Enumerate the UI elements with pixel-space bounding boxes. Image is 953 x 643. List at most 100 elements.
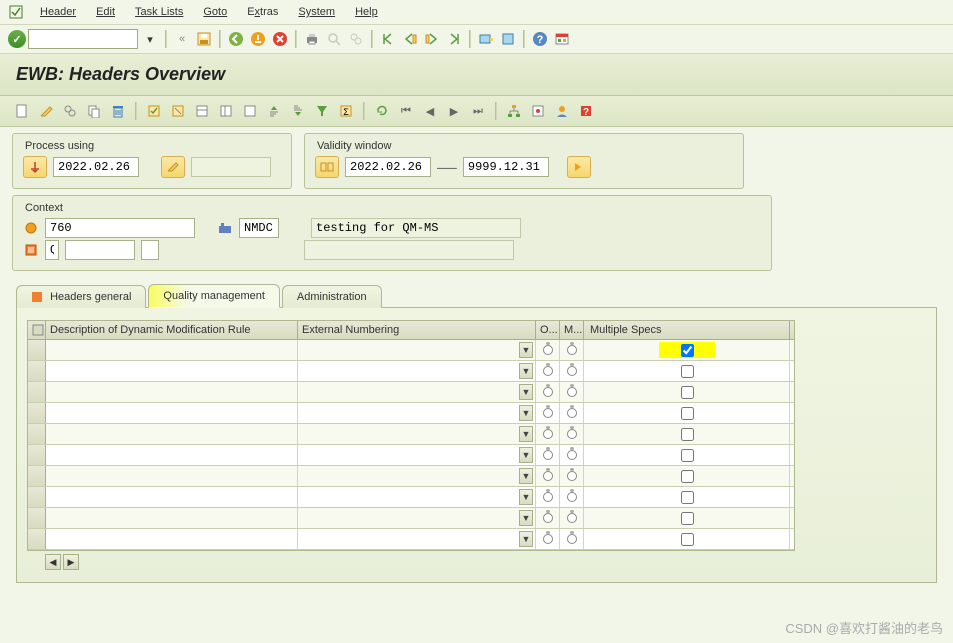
change-number-input[interactable] xyxy=(191,157,271,177)
col-o[interactable]: O... xyxy=(536,321,560,339)
multiple-specs-checkbox[interactable] xyxy=(681,428,694,441)
change-number-button[interactable] xyxy=(161,156,185,178)
command-field[interactable] xyxy=(28,29,138,49)
last-page-icon[interactable] xyxy=(444,29,464,49)
cell-o[interactable] xyxy=(536,487,560,507)
back-icon[interactable] xyxy=(226,29,246,49)
valid-to-input[interactable] xyxy=(463,157,549,177)
print-icon[interactable] xyxy=(302,29,322,49)
ext-dropdown[interactable]: ▼ xyxy=(519,342,533,358)
cell-external-numbering[interactable]: ▼ xyxy=(298,382,536,402)
cell-o[interactable] xyxy=(536,529,560,549)
counter-input[interactable] xyxy=(141,240,159,260)
cell-external-numbering[interactable]: ▼ xyxy=(298,529,536,549)
deselect-icon[interactable] xyxy=(168,101,188,121)
key-date-button[interactable] xyxy=(23,156,47,178)
sort-desc-icon[interactable] xyxy=(288,101,308,121)
next-page-icon[interactable] xyxy=(422,29,442,49)
tb-icon-3[interactable] xyxy=(240,101,260,121)
validity-next-button[interactable] xyxy=(567,156,591,178)
cell-o[interactable] xyxy=(536,361,560,381)
cell-description[interactable] xyxy=(46,382,298,402)
multiple-specs-checkbox[interactable] xyxy=(681,386,694,399)
find-next-icon[interactable] xyxy=(346,29,366,49)
cell-o[interactable] xyxy=(536,403,560,423)
cell-description[interactable] xyxy=(46,529,298,549)
exit-icon[interactable] xyxy=(248,29,268,49)
help-icon[interactable]: ? xyxy=(530,29,550,49)
group-input[interactable] xyxy=(65,240,135,260)
multiple-specs-checkbox[interactable] xyxy=(681,344,694,357)
where-used-icon[interactable] xyxy=(528,101,548,121)
cell-m[interactable] xyxy=(560,361,584,381)
row-selector[interactable] xyxy=(28,445,46,465)
valid-from-input[interactable] xyxy=(345,157,431,177)
select-all-icon[interactable] xyxy=(144,101,164,121)
multiple-specs-checkbox[interactable] xyxy=(681,512,694,525)
cell-m[interactable] xyxy=(560,403,584,423)
cell-external-numbering[interactable]: ▼ xyxy=(298,361,536,381)
row-selector[interactable] xyxy=(28,529,46,549)
layout-icon[interactable] xyxy=(552,29,572,49)
cell-o[interactable] xyxy=(536,340,560,360)
validity-button[interactable] xyxy=(315,156,339,178)
cell-description[interactable] xyxy=(46,466,298,486)
cell-m[interactable] xyxy=(560,529,584,549)
cell-m[interactable] xyxy=(560,382,584,402)
save-button[interactable] xyxy=(194,29,214,49)
sort-asc-icon[interactable] xyxy=(264,101,284,121)
tab-administration[interactable]: Administration xyxy=(282,285,382,308)
multiple-specs-checkbox[interactable] xyxy=(681,533,694,546)
row-selector[interactable] xyxy=(28,361,46,381)
multiple-specs-checkbox[interactable] xyxy=(681,365,694,378)
nav-prev-icon[interactable]: ◀ xyxy=(420,101,440,121)
cell-external-numbering[interactable]: ▼ xyxy=(298,445,536,465)
scroll-right[interactable]: ▶ xyxy=(63,554,79,570)
menu-edit[interactable]: Edit xyxy=(86,3,125,21)
command-dropdown[interactable]: ▾ xyxy=(140,29,160,49)
menu-task-lists[interactable]: Task Lists xyxy=(125,3,193,21)
cell-description[interactable] xyxy=(46,361,298,381)
menu-header[interactable]: Header xyxy=(30,3,86,21)
new-session-icon[interactable] xyxy=(476,29,496,49)
row-selector[interactable] xyxy=(28,466,46,486)
row-selector[interactable] xyxy=(28,424,46,444)
ext-dropdown[interactable]: ▼ xyxy=(519,384,533,400)
cell-external-numbering[interactable]: ▼ xyxy=(298,466,536,486)
col-selector[interactable] xyxy=(28,321,46,339)
cell-description[interactable] xyxy=(46,487,298,507)
cell-m[interactable] xyxy=(560,487,584,507)
cell-description[interactable] xyxy=(46,403,298,423)
first-page-icon[interactable] xyxy=(378,29,398,49)
create-icon[interactable] xyxy=(12,101,32,121)
material-input[interactable] xyxy=(45,218,195,238)
ext-dropdown[interactable]: ▼ xyxy=(519,363,533,379)
hierarchy-icon[interactable] xyxy=(504,101,524,121)
menu-goto[interactable]: Goto xyxy=(193,3,237,21)
ext-dropdown[interactable]: ▼ xyxy=(519,489,533,505)
row-selector[interactable] xyxy=(28,403,46,423)
col-external-numbering[interactable]: External Numbering xyxy=(298,321,536,339)
refresh-icon[interactable] xyxy=(372,101,392,121)
ext-dropdown[interactable]: ▼ xyxy=(519,405,533,421)
find-icon[interactable] xyxy=(324,29,344,49)
cell-m[interactable] xyxy=(560,508,584,528)
cell-m[interactable] xyxy=(560,445,584,465)
back-button[interactable]: « xyxy=(172,29,192,49)
ext-dropdown[interactable]: ▼ xyxy=(519,531,533,547)
cell-m[interactable] xyxy=(560,424,584,444)
nav-first-icon[interactable]: ⏮ xyxy=(396,101,416,121)
display-icon[interactable] xyxy=(60,101,80,121)
col-m[interactable]: M... xyxy=(560,321,584,339)
cell-external-numbering[interactable]: ▼ xyxy=(298,424,536,444)
col-description[interactable]: Description of Dynamic Modification Rule xyxy=(46,321,298,339)
cell-o[interactable] xyxy=(536,445,560,465)
row-selector[interactable] xyxy=(28,340,46,360)
scroll-left[interactable]: ◀ xyxy=(45,554,61,570)
ext-dropdown[interactable]: ▼ xyxy=(519,510,533,526)
cell-m[interactable] xyxy=(560,466,584,486)
enter-button[interactable]: ✓ xyxy=(8,30,26,48)
tab-quality-management[interactable]: Quality management xyxy=(148,284,280,308)
prev-page-icon[interactable] xyxy=(400,29,420,49)
menu-system[interactable]: System xyxy=(288,3,345,21)
